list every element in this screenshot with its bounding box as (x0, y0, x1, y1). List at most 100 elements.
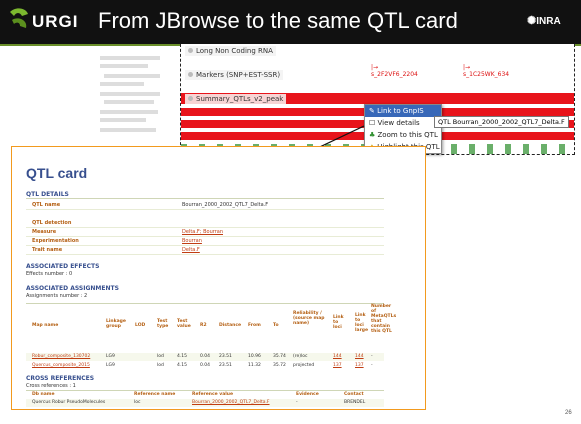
trait-row: Trait name Delta.F (26, 246, 384, 255)
track-label-qtl[interactable]: Summary_QTLs_v2_peak (185, 94, 287, 104)
menu-item-label: View details (377, 119, 420, 127)
xref-count: Cross references : 1 (26, 383, 76, 389)
field-label: Experimentation (32, 238, 79, 244)
cell: 0.04 (200, 354, 211, 359)
menu-item-label: Link to GnpIS (377, 107, 424, 115)
section-title: CROSS REFERENCES (26, 375, 95, 382)
map-name-link[interactable]: Robur_composite_130702 (32, 354, 90, 359)
track-label-markers[interactable]: Markers (SNP+EST-SSR) (185, 70, 284, 80)
experimentation-row: Experimentation Bourran (26, 237, 384, 246)
cell: - (371, 363, 373, 368)
menu-item-view-details[interactable]: ☐ View details (365, 117, 441, 129)
section-title: ASSOCIATED ASSIGNMENTS (26, 285, 119, 292)
cell: lod (157, 363, 164, 368)
column-header: Linkage group (106, 319, 126, 329)
slide-header: URGI From JBrowse to the same QTL card ✺… (0, 0, 581, 46)
measure-row: Measure Delta.F; Bourran (26, 228, 384, 237)
link-icon: ✎ (369, 107, 375, 115)
column-header: From (248, 323, 261, 328)
xref-table-header: Db name Reference name Reference value E… (26, 390, 384, 399)
slide-number: 26 (565, 410, 572, 416)
column-header: Evidence (296, 392, 319, 397)
menu-item-zoom[interactable]: ♣ Zoom to this QTL (365, 129, 441, 141)
marker-feature[interactable]: |→ s_2F2VF6_2204 (371, 64, 418, 78)
column-header: Test value (177, 319, 191, 329)
track-label-text: Markers (SNP+EST-SSR) (196, 71, 281, 79)
section-title: ASSOCIATED EFFECTS (26, 263, 100, 270)
marker-label: s_2F2VF6_2204 (371, 71, 418, 78)
details-icon: ☐ (369, 119, 376, 127)
column-header: Reliability / (source map name) (293, 311, 325, 326)
map-name-link[interactable]: Quercus_composite_2015 (32, 363, 90, 368)
column-header: Link to loci (333, 315, 344, 330)
reference-value-link[interactable]: Bourran_2000_2002_QTL7_Delta.F (192, 400, 270, 405)
cell: BRENDEL (344, 400, 366, 405)
assignments-count: Assignments number : 2 (26, 293, 88, 299)
cell: projected (293, 363, 315, 368)
experimentation-link[interactable]: Bourran (182, 238, 202, 244)
cell: 11.32 (248, 363, 261, 368)
loci-large-link[interactable]: 144 (355, 354, 364, 359)
inra-emblem-icon: ✺ (527, 15, 537, 27)
column-header: Test type (157, 319, 169, 329)
loci-link[interactable]: 137 (333, 363, 342, 368)
detection-row: QTL detection (26, 219, 384, 228)
zoom-icon: ♣ (369, 131, 376, 139)
feature-tooltip: QTL Bourran_2000_2002_QTL7_Delta.F (434, 116, 569, 128)
column-header: R2 (200, 323, 207, 328)
cell: (re)loc (293, 354, 308, 359)
column-header: Reference value (192, 392, 234, 397)
track-label-lncrna[interactable]: Long Non Coding RNA (185, 46, 276, 56)
column-header: Distance (219, 323, 242, 328)
cell: 0.04 (200, 363, 211, 368)
cell: LG9 (106, 354, 115, 359)
column-header: LOD (135, 323, 146, 328)
qtl-name-row: QTL name Bourran_2000_2002_QTL7_Delta.F (26, 201, 384, 210)
track-label-text: Summary_QTLs_v2_peak (196, 95, 284, 103)
cell: 4.15 (177, 363, 188, 368)
cell: 35.74 (273, 354, 286, 359)
cell: 23.51 (219, 354, 232, 359)
inra-logo: ✺INRA (527, 14, 561, 27)
cell: - (371, 354, 373, 359)
field-label: QTL detection (32, 220, 72, 226)
cell: 4.15 (177, 354, 188, 359)
cell: lod (157, 354, 164, 359)
column-header: Reference name (134, 392, 176, 397)
field-label: QTL name (32, 202, 61, 208)
qtl-card: QTL card QTL DETAILS QTL name Bourran_20… (11, 146, 426, 410)
cell: loc (134, 400, 141, 405)
cell: LG9 (106, 363, 115, 368)
track-close-icon[interactable] (188, 96, 193, 101)
inra-logo-text: INRA (536, 16, 561, 27)
section-title: QTL DETAILS (26, 191, 69, 198)
loci-large-link[interactable]: 137 (355, 363, 364, 368)
column-header: To (273, 323, 279, 328)
cell: 35.72 (273, 363, 286, 368)
field-value: Bourran_2000_2002_QTL7_Delta.F (182, 202, 269, 208)
menu-item-label: Zoom to this QTL (377, 131, 438, 139)
loci-link[interactable]: 144 (333, 354, 342, 359)
trait-link[interactable]: Delta.F (182, 247, 200, 253)
slide-title: From JBrowse to the same QTL card (98, 8, 458, 33)
card-title: QTL card (26, 165, 88, 181)
cell: 10.96 (248, 354, 261, 359)
table-row: Robur_composite_130702 LG9 lod 4.15 0.04… (26, 353, 384, 361)
track-close-icon[interactable] (188, 72, 193, 77)
track-close-icon[interactable] (188, 48, 193, 53)
effects-count: Effects number : 0 (26, 271, 73, 277)
cell: - (296, 400, 298, 405)
column-header: Map name (32, 323, 59, 328)
column-header: Number of MetaQTLs that contain this QTL (371, 304, 397, 334)
track-label-text: Long Non Coding RNA (196, 47, 273, 55)
assignments-table: Map name Linkage group LOD Test type Tes… (26, 303, 396, 352)
marker-label: s_1C25WK_634 (463, 71, 510, 78)
cell: 23.51 (219, 363, 232, 368)
menu-item-link-gnpis[interactable]: ✎ Link to GnpIS (365, 105, 441, 117)
logo-text: URGI (32, 12, 79, 31)
cell: Quercus Robur PseudoMolecules (32, 400, 106, 405)
marker-feature[interactable]: |→ s_1C25WK_634 (463, 64, 509, 78)
measure-link[interactable]: Delta.F; Bourran (182, 229, 223, 235)
column-header: Contact (344, 392, 364, 397)
urgi-logo: URGI (8, 6, 88, 38)
